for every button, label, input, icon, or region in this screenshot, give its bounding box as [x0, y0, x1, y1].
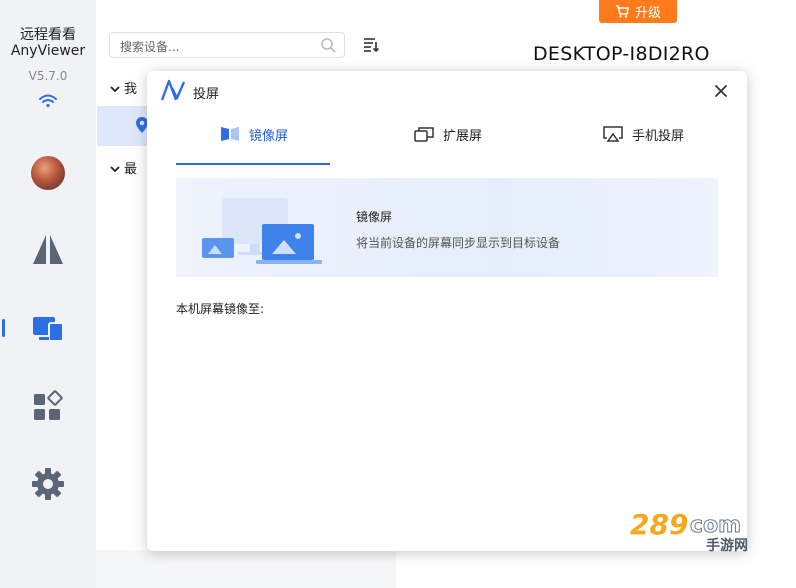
app-name-cn: 远程看看	[20, 27, 76, 43]
phone-cast-icon	[603, 126, 623, 142]
chevron-down-icon	[110, 162, 124, 177]
svg-text:手游网: 手游网	[706, 537, 748, 554]
banner-title: 镜像屏	[356, 210, 393, 224]
svg-text:289: 289	[630, 508, 688, 541]
tab-mirror-screen[interactable]: 镜像屏	[219, 125, 288, 161]
search-input[interactable]: 搜索设备...	[109, 32, 345, 58]
tab-label: 镜像屏	[249, 129, 289, 144]
mode-description-banner: 镜像屏 将当前设备的屏幕同步显示到目标设备	[176, 178, 718, 277]
device-group-recent[interactable]: 最	[110, 158, 137, 180]
svg-text:com: com	[690, 513, 741, 538]
avatar[interactable]	[31, 156, 65, 190]
tab-label: 扩展屏	[443, 129, 483, 144]
app-version: V5.7.0	[28, 69, 68, 83]
tab-extend-screen[interactable]: 扩展屏	[413, 125, 482, 161]
app-sidebar: 远程看看 AnyViewer V5.7.0	[0, 0, 96, 588]
app-name-en: AnyViewer	[10, 43, 86, 59]
mirror-to-label: 本机屏幕镜像至:	[176, 302, 265, 316]
sort-icon[interactable]	[362, 36, 380, 54]
watermark-logo: 289 com 手游网	[630, 508, 748, 554]
mirror-illustration	[202, 198, 322, 264]
devices-icon[interactable]	[30, 310, 66, 346]
dialog-title: 投屏	[193, 87, 220, 102]
device-list-footer	[96, 550, 396, 588]
anyviewer-logo-icon	[160, 79, 186, 101]
chevron-down-icon	[110, 82, 124, 97]
upgrade-button[interactable]: 升级	[599, 0, 677, 23]
close-icon[interactable]	[713, 83, 729, 99]
settings-icon[interactable]	[30, 466, 66, 502]
upgrade-label: 升级	[634, 6, 661, 21]
wifi-icon	[39, 94, 57, 108]
device-group-label: 最	[124, 162, 138, 177]
device-group-mine[interactable]: 我	[110, 78, 137, 100]
cart-icon	[615, 5, 629, 18]
search-icon[interactable]	[320, 37, 336, 53]
banner-description: 将当前设备的屏幕同步显示到目标设备	[356, 236, 561, 250]
active-nav-indicator	[2, 319, 5, 337]
screen-cast-dialog: 投屏 镜像屏 扩展屏 手机投屏 镜像屏 将当前设备的屏幕同步显示到目标设备 本机…	[147, 71, 747, 551]
search-placeholder: 搜索设备...	[120, 40, 180, 54]
apps-icon[interactable]	[30, 388, 66, 424]
active-tab-underline	[176, 163, 330, 165]
remote-control-icon[interactable]	[30, 232, 66, 268]
mirror-screen-icon	[221, 127, 239, 141]
device-group-label: 我	[124, 82, 138, 97]
tab-label: 手机投屏	[632, 129, 685, 144]
tab-phone-cast[interactable]: 手机投屏	[602, 125, 684, 161]
device-name-title: DESKTOP-I8DI2RO	[533, 43, 710, 65]
extend-screen-icon	[414, 127, 434, 142]
